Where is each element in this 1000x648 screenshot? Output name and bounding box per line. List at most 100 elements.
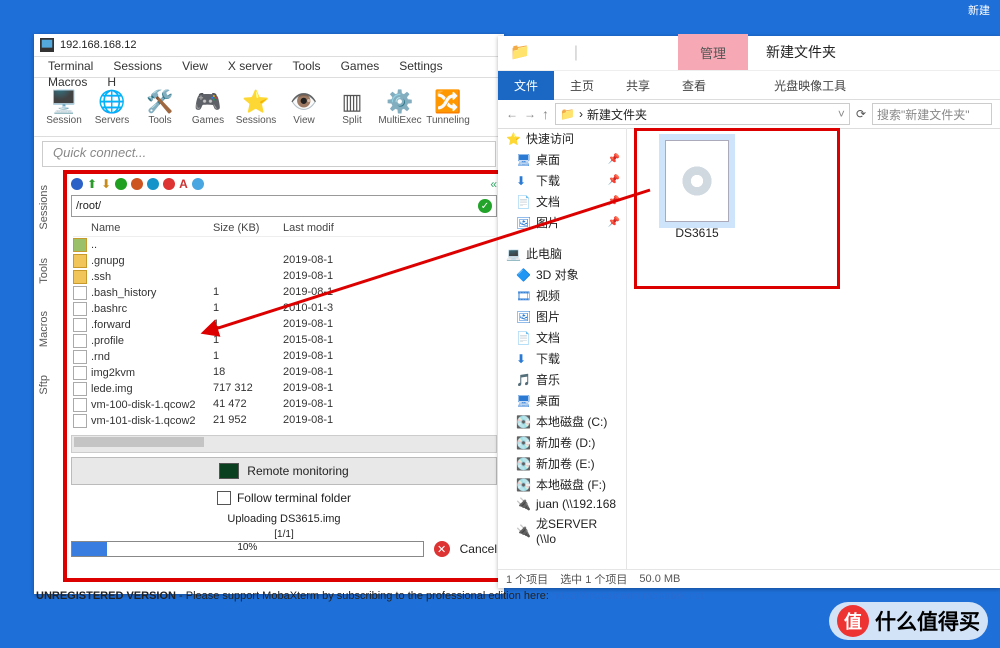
tool-games[interactable]: 🎮Games [184, 89, 232, 126]
list-item[interactable]: .bashrc12010-01-3 [73, 301, 495, 317]
tool-servers[interactable]: 🌐Servers [88, 89, 136, 126]
list-item[interactable]: .gnupg2019-08-1 [73, 253, 495, 269]
nav-tree[interactable]: ⭐快速访问🖥桌面📌⬇下载📌📄文档📌🖼图片📌 💻此电脑🔷3D 对象🎞视频🖼图片📄文档… [498, 128, 627, 570]
menu-tools[interactable]: Tools [283, 57, 331, 73]
list-item[interactable]: .. [73, 237, 495, 253]
list-item[interactable]: .bash_history12019-08-1 [73, 285, 495, 301]
menu-terminal[interactable]: Terminal [38, 57, 103, 73]
desktop-corner: 新建 [958, 0, 1000, 18]
refresh-button[interactable]: ⟳ [856, 107, 866, 121]
folder-icon: 📁 [508, 41, 532, 65]
tool-multiexec[interactable]: ⚙️MultiExec [376, 89, 424, 126]
mobaxterm-window: 192.168.168.12 TerminalSessionsViewX ser… [34, 34, 504, 594]
search-input[interactable]: 搜索"新建文件夹" [872, 103, 992, 125]
quick-connect-input[interactable]: Quick connect... [42, 141, 496, 167]
tree-item[interactable]: 💽本地磁盘 (F:) [498, 474, 626, 495]
upload-count: [1/1] [67, 529, 501, 540]
h-scrollbar[interactable] [71, 435, 497, 453]
file-item-ds3615[interactable]: DS3615 [652, 140, 742, 240]
list-item[interactable]: vm-100-disk-1.qcow241 4722019-08-1 [73, 397, 495, 413]
list-item[interactable]: .profile12015-08-1 [73, 333, 495, 349]
list-item[interactable]: .forward12019-08-1 [73, 317, 495, 333]
tree-item[interactable]: ⬇下载 [498, 348, 626, 369]
status-bar: 1 个项目 选中 1 个项目 50.0 MB [498, 569, 1000, 588]
tree-item[interactable]: 💻此电脑 [498, 243, 626, 264]
titlebar: 192.168.168.12 [34, 34, 504, 56]
cancel-icon[interactable]: ✕ [434, 541, 450, 557]
tool-split[interactable]: ▥Split [328, 89, 376, 126]
tree-item[interactable]: 💽新加卷 (D:) [498, 432, 626, 453]
side-tabs[interactable]: SessionsToolsMacrosSftp [34, 171, 65, 581]
tool-sessions[interactable]: ⭐Sessions [232, 89, 280, 126]
tool-tools[interactable]: 🛠️Tools [136, 89, 184, 126]
tree-item[interactable]: 🔷3D 对象 [498, 264, 626, 285]
path-input[interactable]: /root/✓ [71, 195, 497, 217]
address-bar[interactable]: 📁 › 新建文件夹 ˅ [555, 103, 850, 125]
list-item[interactable]: lede.img717 3122019-08-1 [73, 381, 495, 397]
tree-item[interactable]: 🔌龙SERVER (\\lo [498, 513, 626, 548]
menu-view[interactable]: View [172, 57, 218, 73]
list-item[interactable]: .ssh2019-08-1 [73, 269, 495, 285]
tree-item[interactable]: 📄文档 [498, 327, 626, 348]
tool-view[interactable]: 👁️View [280, 89, 328, 126]
menu-h[interactable]: H [97, 73, 126, 89]
tree-item[interactable]: 💽本地磁盘 (C:) [498, 411, 626, 432]
tree-item[interactable]: 🖼图片📌 [498, 212, 626, 233]
menu-bar[interactable]: TerminalSessionsViewX serverToolsGamesSe… [34, 56, 504, 78]
tree-item[interactable]: 🖥桌面 [498, 390, 626, 411]
back-button[interactable]: ← [506, 107, 518, 121]
list-item[interactable]: vm-101-disk-1.qcow221 9522019-08-1 [73, 413, 495, 429]
menu-sessions[interactable]: Sessions [103, 57, 172, 73]
sftp-panel: ⬆⬇ A « /root/✓ NameSize (KB)Last modif .… [64, 171, 504, 581]
tree-item[interactable]: ⬇下载📌 [498, 170, 626, 191]
sftp-toolbar[interactable]: ⬆⬇ A « [67, 174, 501, 194]
checkbox-icon[interactable] [217, 491, 231, 505]
ribbon-share[interactable]: 共享 [610, 77, 666, 94]
tree-item[interactable]: 🖥桌面📌 [498, 149, 626, 170]
menu-games[interactable]: Games [331, 57, 390, 73]
vtab-sessions[interactable]: Sessions [34, 171, 54, 244]
file-label: DS3615 [652, 226, 742, 240]
list-item[interactable]: img2kvm182019-08-1 [73, 365, 495, 381]
up-button[interactable]: ↑ [542, 106, 549, 122]
menu-settings[interactable]: Settings [389, 57, 452, 73]
dropdown-icon[interactable] [536, 41, 560, 65]
tree-item[interactable]: 🖼图片 [498, 306, 626, 327]
cancel-button[interactable]: Cancel [460, 542, 497, 556]
expand-icon[interactable]: « [490, 177, 497, 191]
explorer-ribbon[interactable]: 文件 主页 共享 查看 光盘映像工具 [498, 71, 1000, 100]
tool-session[interactable]: 🖥️Session [40, 89, 88, 126]
disc-image-icon [665, 140, 729, 222]
title-text: 192.168.168.12 [60, 39, 136, 51]
vtab-sftp[interactable]: Sftp [34, 361, 54, 409]
menu-macros[interactable]: Macros [38, 73, 97, 89]
upload-label: Uploading DS3615.img [67, 513, 501, 525]
list-item[interactable]: .rnd12019-08-1 [73, 349, 495, 365]
app-icon [40, 38, 54, 52]
file-list[interactable]: NameSize (KB)Last modif ...gnupg2019-08-… [67, 218, 501, 431]
remote-monitoring-button[interactable]: Remote monitoring [71, 457, 497, 485]
contextual-tab-manage[interactable]: 管理 [678, 34, 748, 70]
monitor-icon [219, 463, 239, 479]
forward-button[interactable]: → [524, 107, 536, 121]
tree-item[interactable]: ⭐快速访问 [498, 128, 626, 149]
tool-tunneling[interactable]: 🔀Tunneling [424, 89, 472, 126]
vtab-tools[interactable]: Tools [34, 244, 54, 298]
ribbon-home[interactable]: 主页 [554, 77, 610, 94]
tree-item[interactable]: 🎵音乐 [498, 369, 626, 390]
ribbon-file[interactable]: 文件 [498, 71, 554, 100]
address-bar-row: ← → ↑ 📁 › 新建文件夹 ˅ ⟳ 搜索"新建文件夹" [498, 100, 1000, 129]
vtab-macros[interactable]: Macros [34, 297, 54, 361]
ribbon-disc-tools[interactable]: 光盘映像工具 [762, 77, 858, 94]
check-icon: ✓ [478, 199, 492, 213]
menu-x server[interactable]: X server [218, 57, 283, 73]
tree-item[interactable]: 💽新加卷 (E:) [498, 453, 626, 474]
file-view[interactable]: DS3615 [627, 128, 1000, 570]
tree-item[interactable]: 🔌juan (\\192.168 [498, 495, 626, 513]
nav-sep: | [564, 41, 588, 65]
ribbon-view[interactable]: 查看 [666, 77, 722, 94]
follow-terminal-checkbox[interactable]: Follow terminal folder [67, 487, 501, 509]
tree-item[interactable]: 📄文档📌 [498, 191, 626, 212]
moba-link[interactable]: https://mobaxterm.mobatek.net [552, 590, 704, 602]
tree-item[interactable]: 🎞视频 [498, 285, 626, 306]
